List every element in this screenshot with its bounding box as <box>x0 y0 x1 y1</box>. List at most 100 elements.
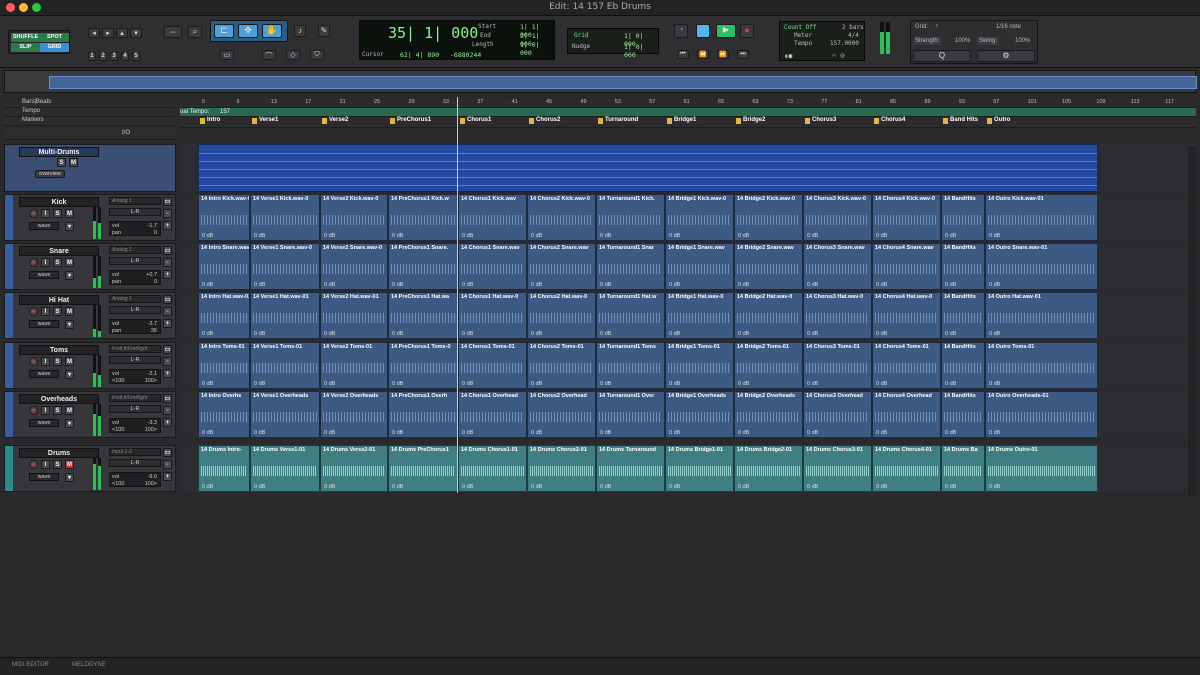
mute-button[interactable]: M <box>65 406 74 415</box>
audio-clip[interactable]: 14 PreChorus1 Toms-0 0 dB <box>388 342 458 389</box>
audio-clip[interactable]: 14 Chorus3 Overhead 0 dB <box>803 391 872 438</box>
audio-clip[interactable]: 14 Chorus3 Toms-01 0 dB <box>803 342 872 389</box>
audio-clip[interactable]: 14 Bridge1 Snare.wav 0 dB <box>665 243 734 290</box>
audio-clip[interactable]: 14 Turnaround1 Over 0 dB <box>596 391 665 438</box>
vol-pan-display[interactable]: vol -2.1 <100 100> <box>109 369 161 384</box>
track-name[interactable]: Kick <box>19 197 99 207</box>
clip-gain[interactable]: 0 dB <box>202 484 213 490</box>
audio-clip[interactable]: 14 Turnaround1 Kick. 0 dB <box>596 194 665 241</box>
quantize-icon[interactable]: Q <box>913 50 971 62</box>
clip-gain[interactable]: 0 dB <box>876 381 887 387</box>
universe-overview[interactable] <box>4 70 1197 93</box>
audio-clip[interactable]: 14 Drums Bridge1-01 0 dB <box>665 445 734 492</box>
audio-clip[interactable]: 14 PreChorus1 Snare. 0 dB <box>388 243 458 290</box>
audio-clip[interactable]: 14 Chorus1 Kick.wav 0 dB <box>458 194 527 241</box>
record-enable-button[interactable]: ● <box>29 357 38 366</box>
online-icon[interactable]: ◔ <box>674 24 688 38</box>
track-lane-overheads[interactable]: 14 Intro Overhe 0 dB 14 Verse1 Overheads … <box>180 391 1196 438</box>
mute-button[interactable]: M <box>65 357 74 366</box>
conductor-icon[interactable]: ⌒ ⌾ <box>832 52 845 60</box>
track-header-kick[interactable]: Kick ● I S M wave ▾ Analog 1 L-R vol -1.… <box>4 194 176 241</box>
link-icon[interactable]: ⌒ <box>262 50 276 60</box>
clip-gain[interactable]: 0 dB <box>531 484 542 490</box>
view-selector[interactable]: wave <box>29 473 59 481</box>
clip-gain[interactable]: 0 dB <box>392 282 403 288</box>
audio-clip[interactable]: 14 Verse2 Toms-01 0 dB <box>320 342 388 389</box>
clip-gain[interactable]: 0 dB <box>669 381 680 387</box>
markers-ruler-label[interactable]: Markers <box>4 117 174 126</box>
clip-gain[interactable]: 0 dB <box>807 233 818 239</box>
zoom-in-icon[interactable]: ▸ <box>102 28 114 38</box>
melodyne-tab[interactable]: MELODYNE <box>72 662 106 668</box>
pan-value[interactable]: 0 <box>154 279 157 285</box>
audio-clip[interactable]: 14 Intro Toms-01 0 dB <box>198 342 250 389</box>
audio-clip[interactable]: 14 Verse2 Kick.wav-0 0 dB <box>320 194 388 241</box>
selector-tool-icon[interactable]: ✥ <box>238 24 258 38</box>
track-lane-hi-hat[interactable]: 14 Intro Hat.wav-01 0 dB 14 Verse1 Hat.wa… <box>180 292 1196 339</box>
clip-gain[interactable]: 0 dB <box>989 233 1000 239</box>
record-button[interactable]: ● <box>740 24 754 38</box>
vol-pan-display[interactable]: vol -9.0 <100 100> <box>109 472 161 487</box>
clip-gain[interactable]: 0 dB <box>738 430 749 436</box>
clip-gain[interactable]: 0 dB <box>531 430 542 436</box>
playlist-icon[interactable]: ▾ <box>65 271 74 280</box>
input-monitor-button[interactable]: I <box>41 406 50 415</box>
audio-clip[interactable]: 14 Turnaround1 Hat.w 0 dB <box>596 292 665 339</box>
track-menu-icon[interactable]: ▭ <box>163 448 172 457</box>
audio-clip[interactable]: 14 Chorus1 Hat.wav-0 0 dB <box>458 292 527 339</box>
track-header-snare[interactable]: Snare ● I S M wave ▾ Analog 1 L-R vol +0… <box>4 243 176 290</box>
clip-gain[interactable]: 0 dB <box>254 430 265 436</box>
track-menu-icon[interactable]: ▭ <box>163 246 172 255</box>
clip-gain[interactable]: 0 dB <box>392 331 403 337</box>
clip-gain[interactable]: 0 dB <box>669 233 680 239</box>
audio-clip[interactable]: 14 Drums Chorus1-01 0 dB <box>458 445 527 492</box>
input-monitor-button[interactable]: I <box>41 209 50 218</box>
input-selector[interactable]: FrntLft/FrntRght <box>109 394 161 402</box>
vertical-scrollbar[interactable] <box>1188 146 1196 496</box>
add-lane-icon[interactable]: + <box>163 319 172 328</box>
playlist-icon[interactable]: ▾ <box>65 320 74 329</box>
clip-gain[interactable]: 0 dB <box>738 282 749 288</box>
folder-track-name[interactable]: Multi-Drums <box>19 147 99 157</box>
input-monitor-button[interactable]: I <box>41 258 50 267</box>
record-enable-button[interactable]: ● <box>29 406 38 415</box>
output-selector[interactable]: L-R <box>109 257 161 265</box>
audio-clip[interactable]: 14 Bridge2 Kick.wav-0 0 dB <box>734 194 803 241</box>
clip-list-icon[interactable]: ▫ <box>163 307 172 316</box>
audio-clip[interactable]: 14 Intro Snare.wav-0 0 dB <box>198 243 250 290</box>
mute-button[interactable]: M <box>65 460 74 469</box>
tempo-value[interactable]: 157.0000 <box>830 40 859 47</box>
go-to-start-icon[interactable]: ⏮ <box>677 50 689 59</box>
clip-gain[interactable]: 0 dB <box>324 233 335 239</box>
marker-chorus1[interactable]: Chorus1 <box>460 117 491 124</box>
audio-clip[interactable]: 14 Drums Chorus2-01 0 dB <box>527 445 596 492</box>
clip-list-icon[interactable]: ▫ <box>163 460 172 469</box>
clip-gain[interactable]: 0 dB <box>254 233 265 239</box>
playlist-icon[interactable]: ▾ <box>65 473 74 482</box>
clip-gain[interactable]: 0 dB <box>324 381 335 387</box>
clip-gain[interactable]: 0 dB <box>202 233 213 239</box>
track-header-toms[interactable]: Toms ● I S M wave ▾ FrntLft/FrntRght L-R… <box>4 342 176 389</box>
track-name[interactable]: Snare <box>19 246 99 256</box>
audio-clip[interactable]: 14 Drums Chorus4-01 0 dB <box>872 445 941 492</box>
audio-clip[interactable]: 14 Chorus1 Toms-01 0 dB <box>458 342 527 389</box>
input-selector[interactable]: Input 1-2 <box>109 448 161 456</box>
clip-gain[interactable]: 0 dB <box>807 331 818 337</box>
count-off-label[interactable]: Count Off <box>784 24 817 31</box>
clip-gain[interactable]: 0 dB <box>392 381 403 387</box>
audio-clip[interactable]: 14 Verse1 Snare.wav-0 0 dB <box>250 243 320 290</box>
clip-gain[interactable]: 0 dB <box>324 430 335 436</box>
swing-label[interactable]: Swing: <box>977 37 1000 45</box>
audio-clip[interactable]: 14 Chorus3 Snare.wav 0 dB <box>803 243 872 290</box>
clip-gain[interactable]: 0 dB <box>462 331 473 337</box>
zoom-out-icon[interactable]: ◂ <box>88 28 100 38</box>
input-monitor-button[interactable]: I <box>41 307 50 316</box>
clip-gain[interactable]: 0 dB <box>876 233 887 239</box>
slip-mode-button[interactable]: SLIP <box>11 43 40 52</box>
clip-gain[interactable]: 0 dB <box>600 282 611 288</box>
add-lane-icon[interactable]: + <box>163 418 172 427</box>
zoom-preset-3[interactable]: 3 <box>110 52 118 61</box>
track-header-drums[interactable]: Drums ● I S M wave ▾ Input 1-2 L-R vol -… <box>4 445 176 492</box>
clip-gain[interactable]: 0 dB <box>600 381 611 387</box>
clip-gain[interactable]: 0 dB <box>989 381 1000 387</box>
